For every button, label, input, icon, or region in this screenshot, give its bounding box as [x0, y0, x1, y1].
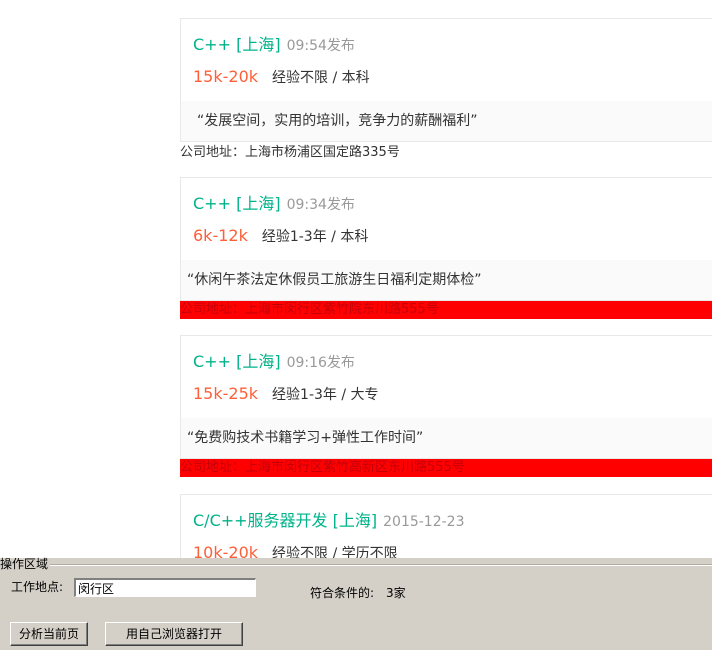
operation-panel: 操作区域 工作地点: 闵行区 符合条件的: 3家 分析当前页 用自己浏览器打开: [0, 558, 712, 650]
job-card: C++ [上海] 09:16发布 15k-25k 经验1-3年 / 大专 “免费购技…: [180, 335, 712, 477]
job-title-link[interactable]: C/C++服务器开发 [上海]: [193, 511, 377, 530]
job-title-link[interactable]: C++ [上海]: [193, 194, 281, 213]
job-publish-time: 2015-12-23: [383, 514, 465, 530]
job-card: C/C++服务器开发 [上海] 2015-12-23 10k-20k 经验不限 / …: [180, 494, 712, 558]
job-advantage: “休闲午茶法定休假员工旅游生日福利定期体检”: [181, 260, 712, 300]
company-address: 公司地址：上海市杨浦区国定路335号: [180, 145, 400, 160]
job-card: C++ [上海] 09:34发布 6k-12k 经验1-3年 / 本科 “休闲午茶法…: [180, 177, 712, 319]
job-title-link[interactable]: C++ [上海]: [193, 35, 281, 54]
open-in-browser-button[interactable]: 用自己浏览器打开: [105, 622, 243, 646]
job-card: C++ [上海] 09:54发布 15k-20k 经验不限 / 本科 “发展空间，实…: [180, 18, 712, 162]
job-card-body: C/C++服务器开发 [上海] 2015-12-23 10k-20k 经验不限 / …: [180, 494, 712, 558]
job-list-webview[interactable]: C++ [上海] 09:54发布 15k-20k 经验不限 / 本科 “发展空间，实…: [0, 0, 712, 558]
analyze-page-button[interactable]: 分析当前页: [10, 622, 88, 646]
location-label: 工作地点:: [11, 580, 64, 594]
job-salary: 15k-20k: [193, 67, 259, 86]
job-salary: 6k-12k: [193, 226, 248, 245]
job-advantage: “发展空间，实用的培训，竞争力的薪酬福利”: [181, 101, 712, 141]
job-publish-time: 09:16发布: [286, 355, 355, 371]
location-input[interactable]: 闵行区: [74, 578, 256, 597]
job-salary: 10k-20k: [193, 543, 259, 558]
job-requirements: 经验不限 / 学历不限: [272, 546, 398, 558]
count-value: 3家: [386, 586, 406, 600]
job-requirements: 经验1-3年 / 大专: [272, 387, 379, 403]
job-salary: 15k-25k: [193, 384, 259, 403]
count-label: 符合条件的:: [310, 586, 375, 600]
job-requirements: 经验不限 / 本科: [272, 70, 370, 86]
job-advantage: “免费购技术书籍学习+弹性工作时间”: [181, 418, 712, 458]
job-card-body: C++ [上海] 09:16发布 15k-25k 经验1-3年 / 大专 “免费购技…: [180, 335, 712, 459]
job-title-link[interactable]: C++ [上海]: [193, 352, 281, 371]
job-card-body: C++ [上海] 09:54发布 15k-20k 经验不限 / 本科 “发展空间，实…: [180, 18, 712, 142]
company-address-highlighted: 公司地址：上海市闵行区紫竹高新区东川路555号: [180, 459, 712, 477]
job-publish-time: 09:54发布: [286, 38, 355, 54]
job-requirements: 经验1-3年 / 本科: [261, 229, 369, 245]
job-card-body: C++ [上海] 09:34发布 6k-12k 经验1-3年 / 本科 “休闲午茶法…: [180, 177, 712, 301]
group-box-border: [0, 564, 712, 566]
group-box-title: 操作区域: [0, 557, 51, 571]
company-address-highlighted: 公司地址：上海市闵行区紫竹院东川路555号: [180, 301, 712, 319]
job-publish-time: 09:34发布: [286, 197, 355, 213]
